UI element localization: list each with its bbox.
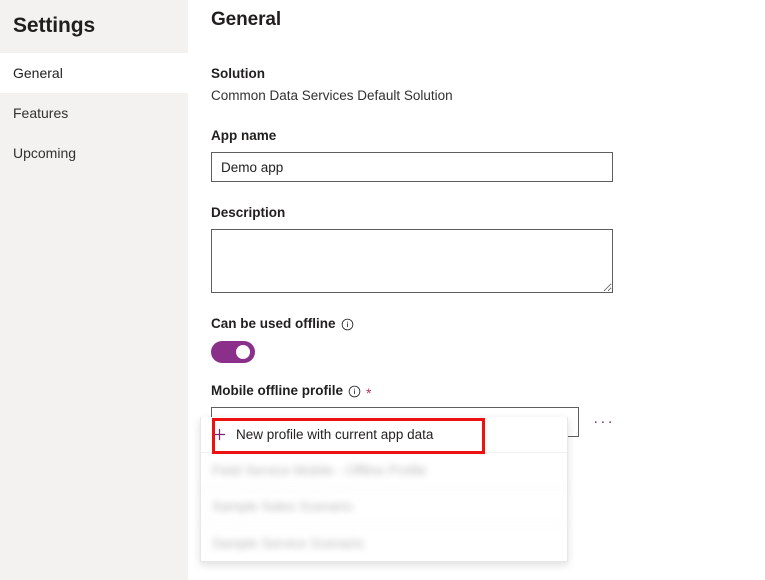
dropdown-item-new-profile[interactable]: New profile with current app data xyxy=(201,417,567,453)
page-title: General xyxy=(211,7,765,33)
sidebar-item-label: General xyxy=(13,53,63,93)
app-name-label: App name xyxy=(211,127,765,145)
settings-main-panel: General Solution Common Data Services De… xyxy=(188,0,765,580)
mobile-offline-profile-label: Mobile offline profile * xyxy=(211,382,765,400)
sidebar-nav: General Features Upcoming xyxy=(0,53,188,173)
settings-window: Settings General Features Upcoming Gener… xyxy=(0,0,765,580)
description-field: Description xyxy=(211,204,765,293)
dropdown-item-option[interactable]: Field Service Mobile - Offline Profile xyxy=(201,453,567,489)
settings-sidebar: Settings General Features Upcoming xyxy=(0,0,188,580)
sidebar-item-label: Features xyxy=(13,93,68,133)
sidebar-item-upcoming[interactable]: Upcoming xyxy=(0,133,188,173)
app-name-field: App name xyxy=(211,127,765,182)
sidebar-item-features[interactable]: Features xyxy=(0,93,188,133)
more-options-button[interactable]: ··· xyxy=(591,409,617,435)
required-asterisk: * xyxy=(366,388,371,398)
dropdown-item-label: Sample Sales Scenario xyxy=(212,499,352,514)
app-name-input[interactable] xyxy=(211,152,613,182)
dropdown-item-option[interactable]: Sample Service Scenario xyxy=(201,525,567,561)
dropdown-item-option[interactable]: Sample Sales Scenario xyxy=(201,489,567,525)
mobile-offline-profile-label-text: Mobile offline profile xyxy=(211,382,343,400)
solution-value: Common Data Services Default Solution xyxy=(211,87,765,105)
mobile-offline-profile-dropdown: New profile with current app data Field … xyxy=(200,417,568,562)
info-circle-icon[interactable] xyxy=(341,318,354,331)
can-be-used-offline-label-text: Can be used offline xyxy=(211,315,336,333)
sidebar-item-general[interactable]: General xyxy=(0,53,188,93)
dropdown-item-label: Field Service Mobile - Offline Profile xyxy=(212,463,426,478)
can-be-used-offline-toggle[interactable] xyxy=(211,341,255,363)
plus-icon xyxy=(212,427,227,442)
dropdown-item-label: Sample Service Scenario xyxy=(212,536,364,551)
can-be-used-offline-field: Can be used offline xyxy=(211,315,765,363)
description-textarea[interactable] xyxy=(211,229,613,293)
info-circle-icon[interactable] xyxy=(348,385,361,398)
solution-field: Solution Common Data Services Default So… xyxy=(211,65,765,105)
sidebar-item-label: Upcoming xyxy=(13,133,76,173)
toggle-knob xyxy=(236,345,250,359)
sidebar-title: Settings xyxy=(0,0,188,40)
solution-label: Solution xyxy=(211,65,765,83)
description-label: Description xyxy=(211,204,765,222)
dropdown-item-label: New profile with current app data xyxy=(236,427,433,442)
can-be-used-offline-label: Can be used offline xyxy=(211,315,765,333)
